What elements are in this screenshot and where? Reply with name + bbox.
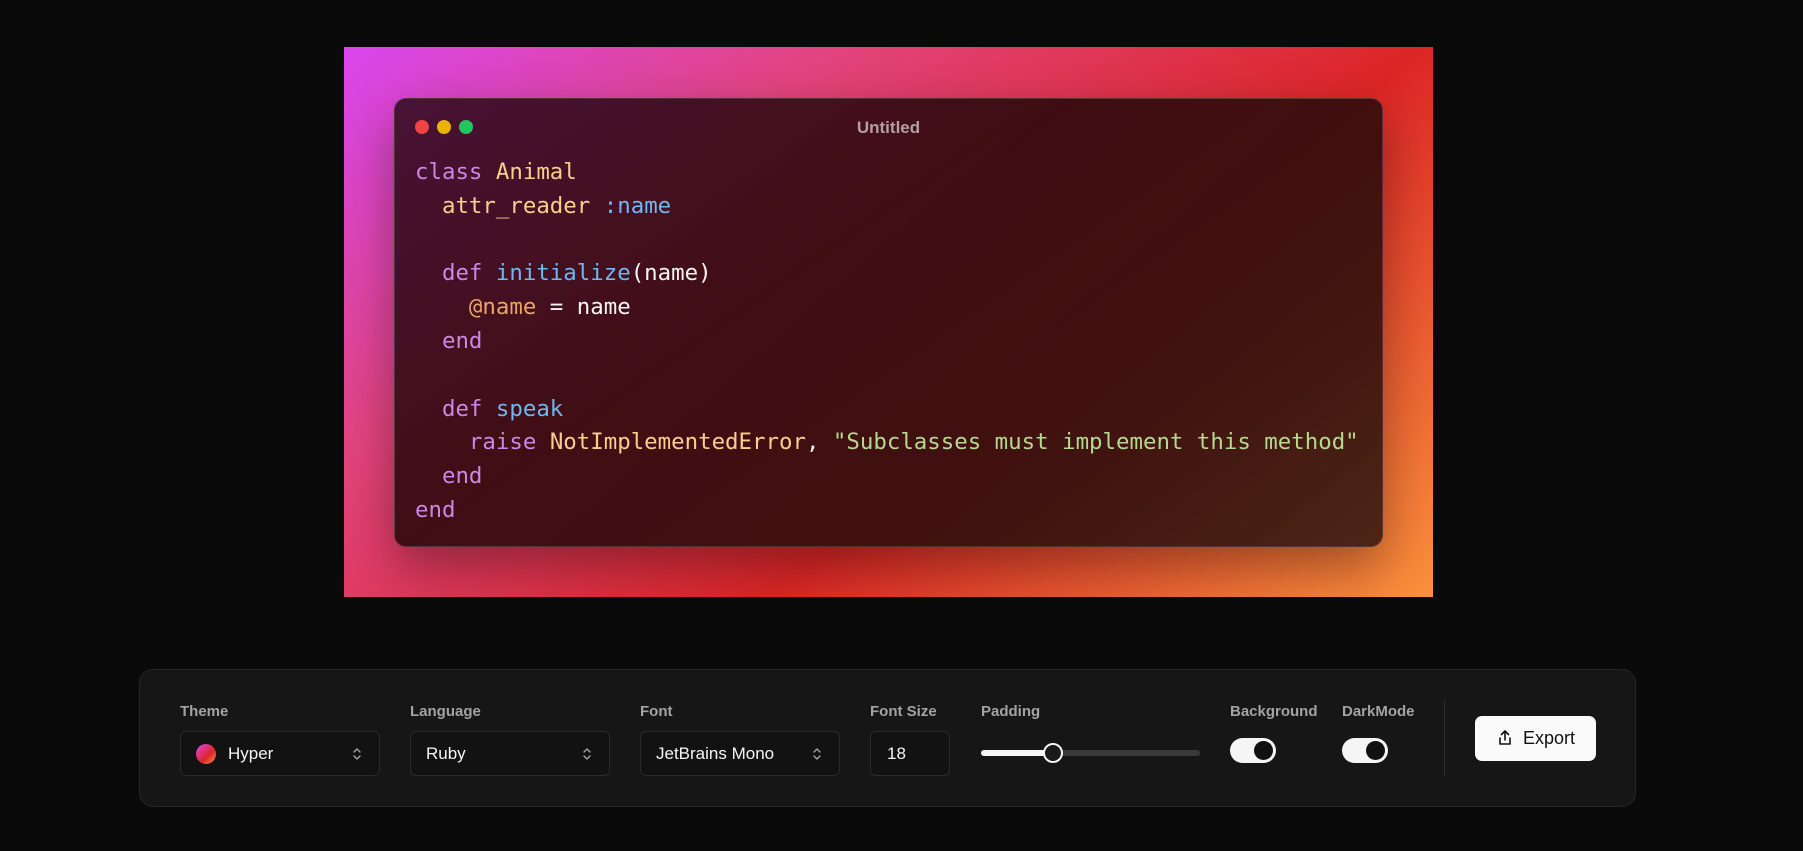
padding-label: Padding [981,703,1041,720]
code-line: class Animal [415,156,1372,190]
theme-value: Hyper [228,744,274,763]
font-size-label: Font Size [870,703,937,720]
window-titlebar: Untitled [395,99,1382,155]
code-token: , [805,429,833,456]
code-preview-frame: Untitled class Animal attr_reader :name … [344,47,1433,597]
background-toggle[interactable] [1230,738,1276,763]
code-token: end [441,463,483,490]
window-title[interactable]: Untitled [395,118,1382,138]
code-line: end [415,325,1372,359]
toolbar-divider [1444,700,1445,776]
darkmode-toggle-knob [1366,741,1385,760]
theme-swatch-icon [196,744,216,764]
darkmode-toggle[interactable] [1342,738,1388,763]
language-value: Ruby [426,744,466,763]
padding-slider[interactable] [981,743,1200,763]
code-token: class [415,159,496,185]
theme-label: Theme [180,703,229,720]
code-token: end [441,327,483,354]
settings-toolbar: Theme Hyper Language Ruby Font JetBrains… [139,669,1636,807]
font-size-input[interactable]: 18 [870,731,950,776]
background-toggle-knob [1254,741,1273,760]
code-line: def initialize(name) [415,257,1372,291]
code-token: (name) [630,260,712,287]
code-token: def [441,395,496,422]
code-line: end [415,494,1372,528]
code-token: NotImplementedError [549,429,806,456]
font-select[interactable]: JetBrains Mono [640,731,840,776]
code-line: raise NotImplementedError, "Subclasses m… [415,426,1372,460]
code-token: speak [495,395,564,422]
font-label: Font [640,703,673,720]
font-value: JetBrains Mono [656,744,775,763]
code-line: def speak [415,393,1372,427]
code-token: attr_reader [441,192,591,219]
code-window: Untitled class Animal attr_reader :name … [394,98,1383,547]
code-token: def [441,260,496,287]
share-export-icon [1499,730,1511,745]
export-label: Export [1523,728,1576,748]
chevrons-up-down-icon [353,748,361,760]
code-token: :name [603,192,672,219]
code-line: @name = name [415,291,1372,325]
language-label: Language [410,703,481,720]
code-token: initialize [495,260,631,287]
background-label: Background [1230,703,1318,720]
code-token: = name [536,294,631,321]
code-token: Animal [495,159,577,185]
code-token: end [415,496,456,523]
code-token: "Subclasses must implement this method" [832,429,1359,456]
chevrons-up-down-icon [813,748,821,760]
language-select[interactable]: Ruby [410,731,610,776]
code-line: attr_reader :name [415,190,1372,224]
padding-slider-thumb[interactable] [1043,743,1064,763]
code-editor[interactable]: class Animal attr_reader :name def initi… [415,156,1372,528]
code-token: raise [468,429,550,456]
chevrons-up-down-icon [583,748,591,760]
code-token: @name [468,294,537,321]
theme-select[interactable]: Hyper [180,731,380,776]
export-button[interactable]: Export [1475,716,1596,761]
code-line: end [415,460,1372,494]
darkmode-label: DarkMode [1342,703,1415,720]
